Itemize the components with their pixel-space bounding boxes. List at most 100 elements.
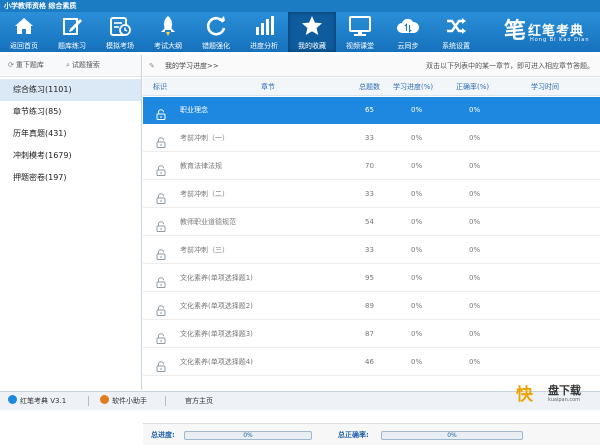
row-chapter: 教师职业道德规范 — [180, 218, 236, 226]
lock-icon — [156, 161, 166, 176]
row-progress: 0% — [411, 190, 423, 198]
row-total: 87 — [365, 330, 374, 338]
window-title: 小学教师资格 综合素质 — [0, 0, 600, 12]
table-row[interactable]: 教师职业道德规范 54 0% 0% — [143, 209, 600, 236]
row-chapter: 文化素养(单项选择题4) — [180, 358, 253, 366]
status-divider — [88, 396, 89, 406]
row-accuracy: 0% — [469, 246, 481, 254]
toolbar-button-label: 错题强化 — [202, 42, 230, 50]
col-chapter: 章节 — [261, 83, 275, 91]
row-total: 95 — [365, 274, 374, 282]
sidebar-item[interactable]: 章节练习(85) — [0, 101, 141, 123]
sidebar-item[interactable]: 历年真题(431) — [0, 123, 141, 145]
lock-icon — [156, 105, 166, 120]
reload-bank-button[interactable]: ⟳ 重下题库 — [8, 60, 44, 70]
shuffle-icon — [444, 14, 468, 38]
toolbar-button-1[interactable]: 返回首页 — [0, 12, 48, 52]
table-row[interactable]: 考前冲刺（三） 33 0% 0% — [143, 237, 600, 264]
col-time: 学习时间 — [531, 83, 559, 91]
table-row[interactable]: 考前冲刺（二） 33 0% 0% — [143, 181, 600, 208]
row-accuracy: 0% — [469, 106, 481, 114]
col-total: 总题数 — [359, 83, 380, 91]
table-row[interactable]: 考前冲刺（一） 33 0% 0% — [143, 125, 600, 152]
toolbar-button-6[interactable]: 进度分析 — [240, 12, 288, 52]
status-assistant[interactable]: 软件小助手 — [100, 392, 147, 410]
toolbar-button-3[interactable]: 模拟考场 — [96, 12, 144, 52]
toolbar-button-label: 系统设置 — [442, 42, 470, 50]
sidebar-item[interactable]: 综合练习(1101) — [0, 79, 141, 101]
row-progress: 0% — [411, 358, 423, 366]
col-accuracy: 正确率(%) — [456, 83, 490, 91]
total-accuracy-label: 总正确率: — [338, 431, 369, 439]
row-accuracy: 0% — [469, 302, 481, 310]
logo-mark: 笔 — [504, 18, 527, 44]
toolbar-button-4[interactable]: 考试大纲 — [144, 12, 192, 52]
summary-footer: 总进度: 0% 总正确率: 0% — [143, 423, 600, 445]
row-accuracy: 0% — [469, 162, 481, 170]
row-progress: 0% — [411, 274, 423, 282]
app-logo: 笔 红笔考典 Hong Bi Kao Dian — [500, 12, 600, 52]
toolbar-button-10[interactable]: 系统设置 — [432, 12, 480, 52]
breadcrumb[interactable]: 我的学习进度>> — [165, 55, 219, 77]
total-accuracy-bar: 0% — [381, 431, 523, 440]
toolbar-button-8[interactable]: 视频课堂 — [336, 12, 384, 52]
row-chapter: 文化素养(单项选择题2) — [180, 302, 253, 310]
hint-text: 双击以下列表中的某一章节，即可进入相应章节答题。 — [426, 62, 594, 70]
row-total: 70 — [365, 162, 374, 170]
status-version[interactable]: 红笔考典 V3.1 — [8, 392, 66, 410]
row-progress: 0% — [411, 106, 423, 114]
col-mark: 标识 — [153, 83, 167, 91]
toolbar-button-label: 我的收藏 — [298, 42, 326, 50]
total-progress-bar: 0% — [184, 431, 312, 440]
info-icon — [8, 395, 17, 404]
row-total: 33 — [365, 246, 374, 254]
sidebar-item[interactable]: 押题密卷(197) — [0, 167, 141, 189]
breadcrumb-bar: ✎ 我的学习进度>> 双击以下列表中的某一章节，即可进入相应章节答题。 — [143, 55, 600, 77]
rocket-icon — [156, 14, 180, 38]
toolbar-button-2[interactable]: 题库练习 — [48, 12, 96, 52]
search-icon: ⌕ — [66, 61, 70, 69]
total-progress-text: 0% — [243, 432, 253, 439]
status-assistant-label: 软件小助手 — [112, 397, 147, 405]
home-icon — [12, 14, 36, 38]
row-total: 33 — [365, 134, 374, 142]
row-chapter: 文化素养(单项选择题1) — [180, 274, 253, 282]
brand-mark: 快 — [516, 385, 533, 405]
table-row[interactable]: 文化素养(单项选择题1) 95 0% 0% — [143, 265, 600, 292]
lock-icon — [156, 273, 166, 288]
total-accuracy-text: 0% — [447, 432, 457, 439]
table-row[interactable]: 文化素养(单项选择题4) 46 0% 0% — [143, 349, 600, 376]
toolbar-button-9[interactable]: 云同步 — [384, 12, 432, 52]
toolbar-button-7[interactable]: 我的收藏 — [288, 12, 336, 52]
row-chapter: 考前冲刺（二） — [180, 190, 229, 198]
row-chapter: 考前冲刺（一） — [180, 134, 229, 142]
logo-pinyin: Hong Bi Kao Dian — [530, 37, 590, 43]
row-accuracy: 0% — [469, 218, 481, 226]
status-homepage-link[interactable]: 官方主页 — [185, 392, 213, 410]
bar-chart-icon — [252, 14, 276, 38]
monitor-icon — [348, 14, 372, 38]
sidebar: ⟳ 重下题库 ⌕ 试题搜索 综合练习(1101) 章节练习(85) 历年真题(431) 冲… — [0, 55, 142, 390]
sidebar-item[interactable]: 冲刺模考(1679) — [0, 145, 141, 167]
lock-icon — [156, 357, 166, 372]
table-row[interactable]: 教育法律法规 70 0% 0% — [143, 153, 600, 180]
row-total: 46 — [365, 358, 374, 366]
lock-icon — [156, 217, 166, 232]
lock-icon — [156, 301, 166, 316]
row-progress: 0% — [411, 218, 423, 226]
status-version-label: 红笔考典 V3.1 — [20, 397, 67, 405]
question-search-button[interactable]: ⌕ 试题搜索 — [66, 60, 100, 70]
table-row[interactable]: 文化素养(单项选择题3) 87 0% 0% — [143, 321, 600, 348]
row-chapter: 考前冲刺（三） — [180, 246, 229, 254]
table-row[interactable]: 职业理念 65 0% 0% — [143, 97, 600, 124]
toolbar-button-label: 考试大纲 — [154, 42, 182, 50]
row-accuracy: 0% — [469, 134, 481, 142]
toolbar-button-label: 进度分析 — [250, 42, 278, 50]
status-bar: 红笔考典 V3.1 软件小助手 官方主页 — [0, 391, 600, 410]
toolbar-button-5[interactable]: 错题强化 — [192, 12, 240, 52]
row-chapter: 文化素养(单项选择题3) — [180, 330, 253, 338]
brand-url: kuaipan.com — [548, 397, 581, 403]
lock-icon — [156, 133, 166, 148]
row-chapter: 职业理念 — [180, 106, 208, 114]
table-row[interactable]: 文化素养(单项选择题2) 89 0% 0% — [143, 293, 600, 320]
